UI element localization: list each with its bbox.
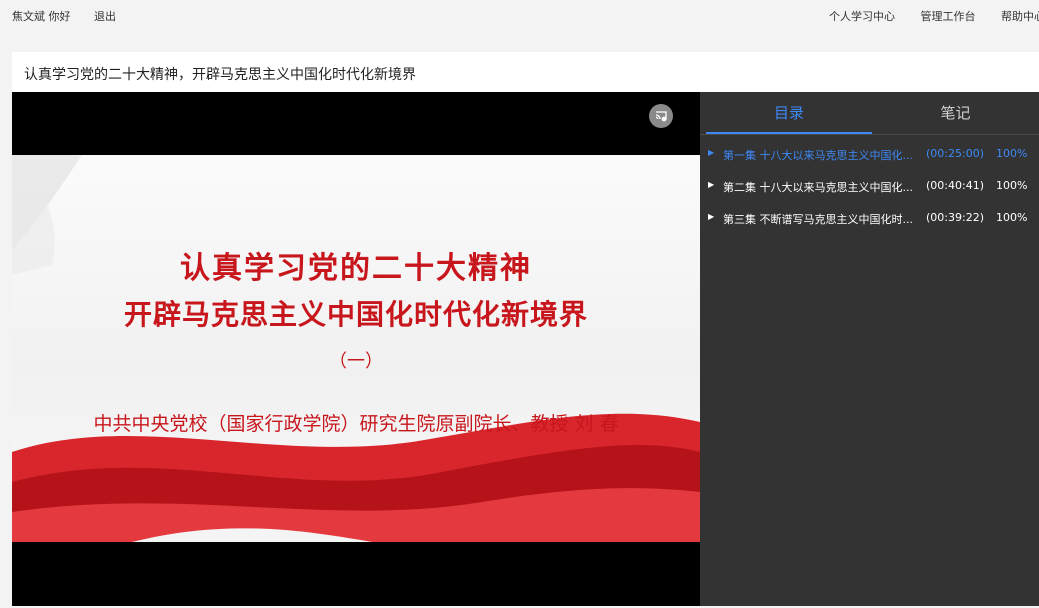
play-triangle-icon: ▶: [708, 180, 715, 189]
management-workbench-link[interactable]: 管理工作台: [921, 10, 976, 23]
play-triangle-icon: ▶: [708, 212, 715, 221]
episode-progress: 100%: [996, 147, 1028, 160]
video-player[interactable]: 认真学习党的二十大精神 开辟马克思主义中国化时代化新境界 （一） 中共中央党校（…: [12, 92, 700, 606]
cast-button[interactable]: [649, 104, 673, 128]
video-slide: 认真学习党的二十大精神 开辟马克思主义中国化时代化新境界 （一） 中共中央党校（…: [12, 155, 700, 542]
course-title-bar: 认真学习党的二十大精神，开辟马克思主义中国化时代化新境界: [12, 52, 1039, 92]
help-center-link[interactable]: 帮助中心: [1001, 10, 1039, 23]
episode-duration: (00:25:00): [926, 147, 984, 160]
user-greeting: 焦文斌 你好: [12, 10, 71, 23]
side-panel: 目录 笔记 ▶ 第一集 十八大以来马克思主义中国化... (00:25:00) …: [700, 92, 1039, 606]
episode-item[interactable]: ▶ 第一集 十八大以来马克思主义中国化... (00:25:00) 100%: [700, 147, 1039, 179]
slide-part-number: （一）: [329, 351, 383, 372]
logout-link[interactable]: 退出: [94, 10, 116, 23]
episode-name: 第二集 十八大以来马克思主义中国化...: [723, 181, 913, 194]
episode-list: ▶ 第一集 十八大以来马克思主义中国化... (00:25:00) 100% ▶…: [700, 147, 1039, 243]
tab-notes[interactable]: 笔记: [872, 92, 1039, 134]
panel-tabs: 目录 笔记: [700, 92, 1039, 135]
episode-progress: 100%: [996, 179, 1028, 192]
episode-progress: 100%: [996, 211, 1028, 224]
episode-item[interactable]: ▶ 第三集 不断谱写马克思主义中国化时... (00:39:22) 100%: [700, 211, 1039, 243]
slide-title-line-1: 认真学习党的二十大精神: [180, 251, 532, 286]
top-bar: 焦文斌 你好 退出 个人学习中心 管理工作台 帮助中心: [0, 0, 1039, 30]
slide-speaker: 中共中央党校（国家行政学院）研究生院原副院长、教授 刘 春: [93, 413, 619, 435]
episode-duration: (00:40:41): [926, 179, 984, 192]
tab-catalog[interactable]: 目录: [706, 92, 872, 134]
personal-learning-center-link[interactable]: 个人学习中心: [829, 10, 895, 23]
cast-icon: [655, 111, 667, 122]
episode-item[interactable]: ▶ 第二集 十八大以来马克思主义中国化... (00:40:41) 100%: [700, 179, 1039, 211]
episode-duration: (00:39:22): [926, 211, 984, 224]
episode-name: 第一集 十八大以来马克思主义中国化...: [723, 149, 913, 162]
play-triangle-icon: ▶: [708, 148, 715, 157]
course-title: 认真学习党的二十大精神，开辟马克思主义中国化时代化新境界: [24, 67, 416, 83]
slide-title-line-2: 开辟马克思主义中国化时代化新境界: [123, 298, 588, 331]
episode-name: 第三集 不断谱写马克思主义中国化时...: [723, 213, 913, 226]
